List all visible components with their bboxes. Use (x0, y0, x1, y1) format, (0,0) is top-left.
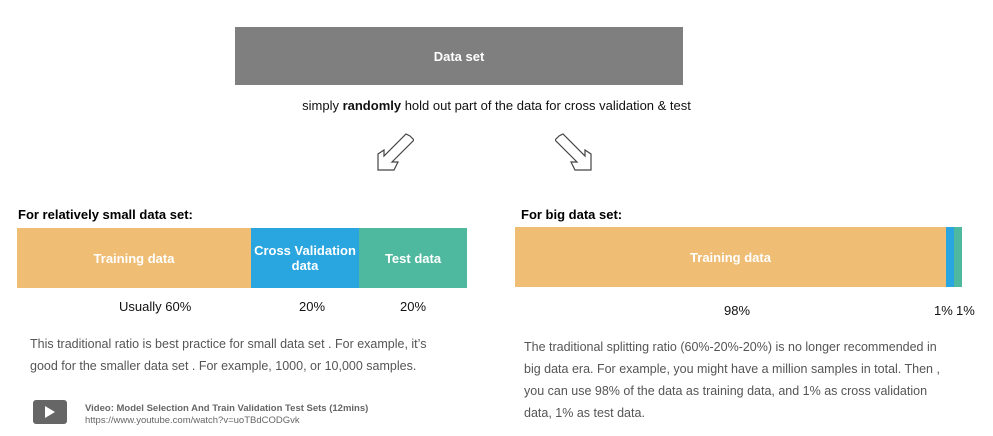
small-test-segment: Test data (359, 228, 467, 288)
small-cv-label-line2: data (291, 258, 319, 273)
big-test-segment (954, 227, 962, 287)
big-paragraph-line: The traditional splitting ratio (60%-20%… (524, 340, 937, 354)
small-dataset-heading: For relatively small data set: (18, 207, 193, 222)
split-description-bold: randomly (342, 98, 402, 113)
small-paragraph-line: This traditional ratio is best practice … (30, 337, 427, 351)
small-cv-label-line1: Cross Validation (254, 243, 356, 258)
small-cv-segment: Cross Validation data (251, 228, 359, 288)
big-cv-percent: 1% (934, 303, 953, 318)
play-triangle-icon (45, 406, 55, 418)
small-dataset-paragraph: This traditional ratio is best practice … (30, 333, 426, 377)
big-dataset-paragraph: The traditional splitting ratio (60%-20%… (524, 336, 940, 424)
big-paragraph-line: big data era. For example, you might hav… (524, 362, 940, 376)
big-training-percent: 98% (724, 303, 751, 318)
small-cv-percent: 20% (299, 299, 326, 314)
big-dataset-bar: Training data (515, 227, 962, 287)
big-dataset-heading: For big data set: (521, 207, 623, 222)
big-paragraph-line: data, 1% as test data. (524, 406, 645, 420)
big-training-segment: Training data (515, 227, 946, 287)
split-description: simply randomly hold out part of the dat… (0, 98, 993, 113)
dataset-label: Data set (433, 48, 485, 64)
down-left-arrow-icon (377, 133, 414, 171)
small-test-label: Test data (384, 250, 442, 266)
video-url-link[interactable]: https://www.youtube.com/watch?v=uoTBdCOD… (85, 415, 300, 426)
small-test-percent: 20% (400, 299, 427, 314)
split-description-before: simply (302, 98, 343, 113)
small-paragraph-line: good for the smaller data set . For exam… (30, 359, 417, 373)
small-training-percent: Usually 60% (119, 299, 192, 314)
small-training-segment: Training data (17, 228, 251, 288)
split-description-after: hold out part of the data for cross vali… (401, 98, 691, 113)
small-dataset-bar: Training data Cross Validation data Test… (17, 228, 467, 288)
big-cv-segment (946, 227, 954, 287)
play-icon[interactable] (33, 400, 67, 424)
small-training-label: Training data (93, 250, 175, 266)
big-training-label: Training data (690, 249, 771, 265)
big-test-percent: 1% (956, 303, 975, 318)
dataset-box: Data set (235, 27, 683, 85)
down-right-arrow-icon (555, 133, 592, 171)
video-title: Video: Model Selection And Train Validat… (85, 403, 369, 414)
big-paragraph-line: you can use 98% of the data as training … (524, 384, 928, 398)
